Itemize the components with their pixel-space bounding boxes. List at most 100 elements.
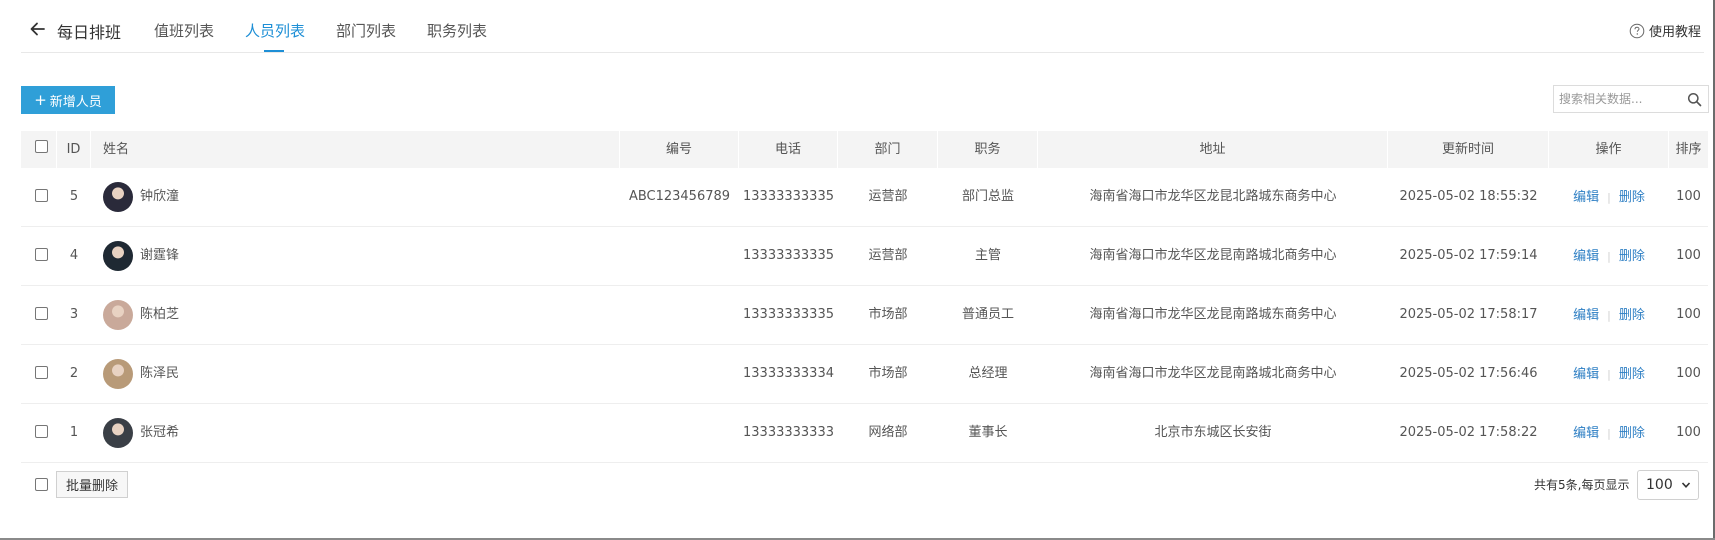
cell-code — [620, 404, 739, 462]
action-separator: | — [1607, 191, 1611, 204]
cell-id: 3 — [69, 307, 79, 322]
row-checkbox[interactable] — [35, 189, 48, 202]
help-label: 使用教程 — [1648, 25, 1701, 40]
cell-department: 运营部 — [868, 189, 908, 204]
avatar — [103, 359, 133, 389]
tab-duty-list[interactable]: 值班列表 — [154, 20, 214, 41]
table-row: 2 13333333334 市场部 总经理 海南省海口市龙华区龙昆南路城北商务中心 202… — [21, 345, 1708, 404]
row-checkbox[interactable] — [35, 366, 48, 379]
delete-link[interactable]: 删除 — [1619, 308, 1645, 323]
cell-address: 海南省海口市龙华区龙昆北路城东商务中心 — [1089, 189, 1337, 204]
cell-updated-time: 2025-05-02 18:55:32 — [1399, 189, 1538, 204]
cell-department: 市场部 — [868, 366, 908, 381]
staff-table: ID 姓名 编号 电话 部门 职务 地址 更新时间 操作 排序 5 ABC1234… — [21, 131, 1708, 463]
action-separator: | — [1607, 368, 1611, 381]
action-separator: | — [1607, 309, 1611, 322]
delete-link[interactable]: 删除 — [1619, 190, 1645, 205]
cell-sort: 100 — [1676, 189, 1701, 204]
page-size-select[interactable]: 100 — [1637, 470, 1699, 500]
cell-name: 陈泽民 — [140, 366, 180, 381]
cell-phone: 13333333333 — [743, 425, 834, 440]
cell-department: 运营部 — [868, 248, 908, 263]
cell-sort: 100 — [1676, 425, 1701, 440]
tab-position-list[interactable]: 职务列表 — [427, 20, 487, 41]
header-code: 编号 — [620, 131, 739, 168]
cell-actions: 编辑 | 删除 — [1549, 228, 1669, 286]
cell-position: 普通员工 — [961, 307, 1014, 322]
batch-delete-button[interactable]: 批量删除 — [56, 471, 128, 498]
cell-code — [620, 227, 739, 285]
edit-link[interactable]: 编辑 — [1573, 190, 1599, 205]
edit-link[interactable]: 编辑 — [1573, 249, 1599, 264]
active-tab-indicator — [264, 50, 284, 52]
search-icon[interactable] — [1687, 92, 1702, 107]
cell-address: 海南省海口市龙华区龙昆南路城北商务中心 — [1089, 248, 1337, 263]
edit-link[interactable]: 编辑 — [1573, 308, 1599, 323]
search-input[interactable] — [1559, 90, 1677, 108]
header-actions: 操作 — [1549, 131, 1669, 168]
help-link[interactable]: 使用教程 — [1629, 21, 1701, 40]
header-phone: 电话 — [739, 131, 838, 168]
table-row: 3 13333333335 市场部 普通员工 海南省海口市龙华区龙昆南路城东商务中心 20… — [21, 286, 1708, 345]
cell-name: 钟欣潼 — [140, 189, 180, 204]
delete-link[interactable]: 删除 — [1619, 426, 1645, 441]
delete-link[interactable]: 删除 — [1619, 367, 1645, 382]
cell-updated-time: 2025-05-02 17:58:22 — [1399, 425, 1538, 440]
cell-sort: 100 — [1676, 366, 1701, 381]
top-nav: 每日排班 值班列表 人员列表 部门列表 职务列表 使用教程 — [21, 0, 1704, 53]
cell-address: 北京市东城区长安街 — [1154, 425, 1272, 440]
chevron-down-icon — [1681, 482, 1691, 488]
table-row: 5 ABC123456789 13333333335 运营部 部门总监 海南省海口市龙华区… — [21, 168, 1708, 227]
avatar — [103, 418, 133, 448]
cell-code: ABC123456789 — [628, 189, 731, 204]
tab-department-list[interactable]: 部门列表 — [336, 20, 396, 41]
cell-phone: 13333333335 — [743, 248, 834, 263]
cell-updated-time: 2025-05-02 17:56:46 — [1399, 366, 1538, 381]
cell-position: 部门总监 — [961, 189, 1014, 204]
cell-phone: 13333333335 — [743, 189, 834, 204]
cell-sort: 100 — [1676, 248, 1701, 263]
cell-id: 1 — [69, 425, 79, 440]
cell-id: 5 — [69, 189, 79, 204]
action-separator: | — [1607, 427, 1611, 440]
page-title: 每日排班 — [57, 23, 122, 42]
row-checkbox[interactable] — [35, 307, 48, 320]
cell-phone: 13333333334 — [743, 366, 834, 381]
header-name: 姓名 — [91, 131, 620, 168]
cell-position: 董事长 — [968, 425, 1008, 440]
question-circle-icon — [1629, 23, 1645, 38]
table-row: 4 13333333335 运营部 主管 海南省海口市龙华区龙昆南路城北商务中心 2025… — [21, 227, 1708, 286]
header-address: 地址 — [1038, 131, 1388, 168]
cell-code — [620, 345, 739, 403]
delete-link[interactable]: 删除 — [1619, 249, 1645, 264]
header-position: 职务 — [938, 131, 1038, 168]
action-separator: | — [1607, 250, 1611, 263]
avatar — [103, 182, 133, 212]
avatar — [103, 241, 133, 271]
cell-address: 海南省海口市龙华区龙昆南路城北商务中心 — [1089, 366, 1337, 381]
header-sort: 排序 — [1675, 142, 1702, 157]
footer-select-all-checkbox[interactable] — [35, 478, 48, 491]
row-checkbox[interactable] — [35, 248, 48, 261]
row-checkbox[interactable] — [35, 425, 48, 438]
table-body: 5 ABC123456789 13333333335 运营部 部门总监 海南省海口市龙华区… — [21, 168, 1708, 463]
cell-sort: 100 — [1676, 307, 1701, 322]
tab-staff-list[interactable]: 人员列表 — [245, 20, 305, 41]
pagination-summary: 共有5条,每页显示 — [1534, 478, 1630, 492]
search-box — [1553, 85, 1709, 113]
header-id: ID — [57, 131, 91, 168]
back-arrow-icon[interactable] — [28, 19, 48, 39]
cell-actions: 编辑 | 删除 — [1549, 169, 1669, 227]
cell-department: 网络部 — [868, 425, 908, 440]
cell-updated-time: 2025-05-02 17:58:17 — [1399, 307, 1538, 322]
cell-position: 总经理 — [968, 366, 1008, 381]
cell-name: 张冠希 — [140, 425, 180, 440]
table-row: 1 13333333333 网络部 董事长 北京市东城区长安街 2025-05-02 17… — [21, 404, 1708, 463]
add-staff-button[interactable]: + 新增人员 — [21, 86, 115, 114]
cell-code — [620, 286, 739, 344]
select-all-checkbox[interactable] — [35, 140, 48, 153]
cell-name: 陈柏芝 — [140, 307, 180, 322]
edit-link[interactable]: 编辑 — [1573, 426, 1599, 441]
edit-link[interactable]: 编辑 — [1573, 367, 1599, 382]
header-select-cell — [21, 131, 57, 168]
